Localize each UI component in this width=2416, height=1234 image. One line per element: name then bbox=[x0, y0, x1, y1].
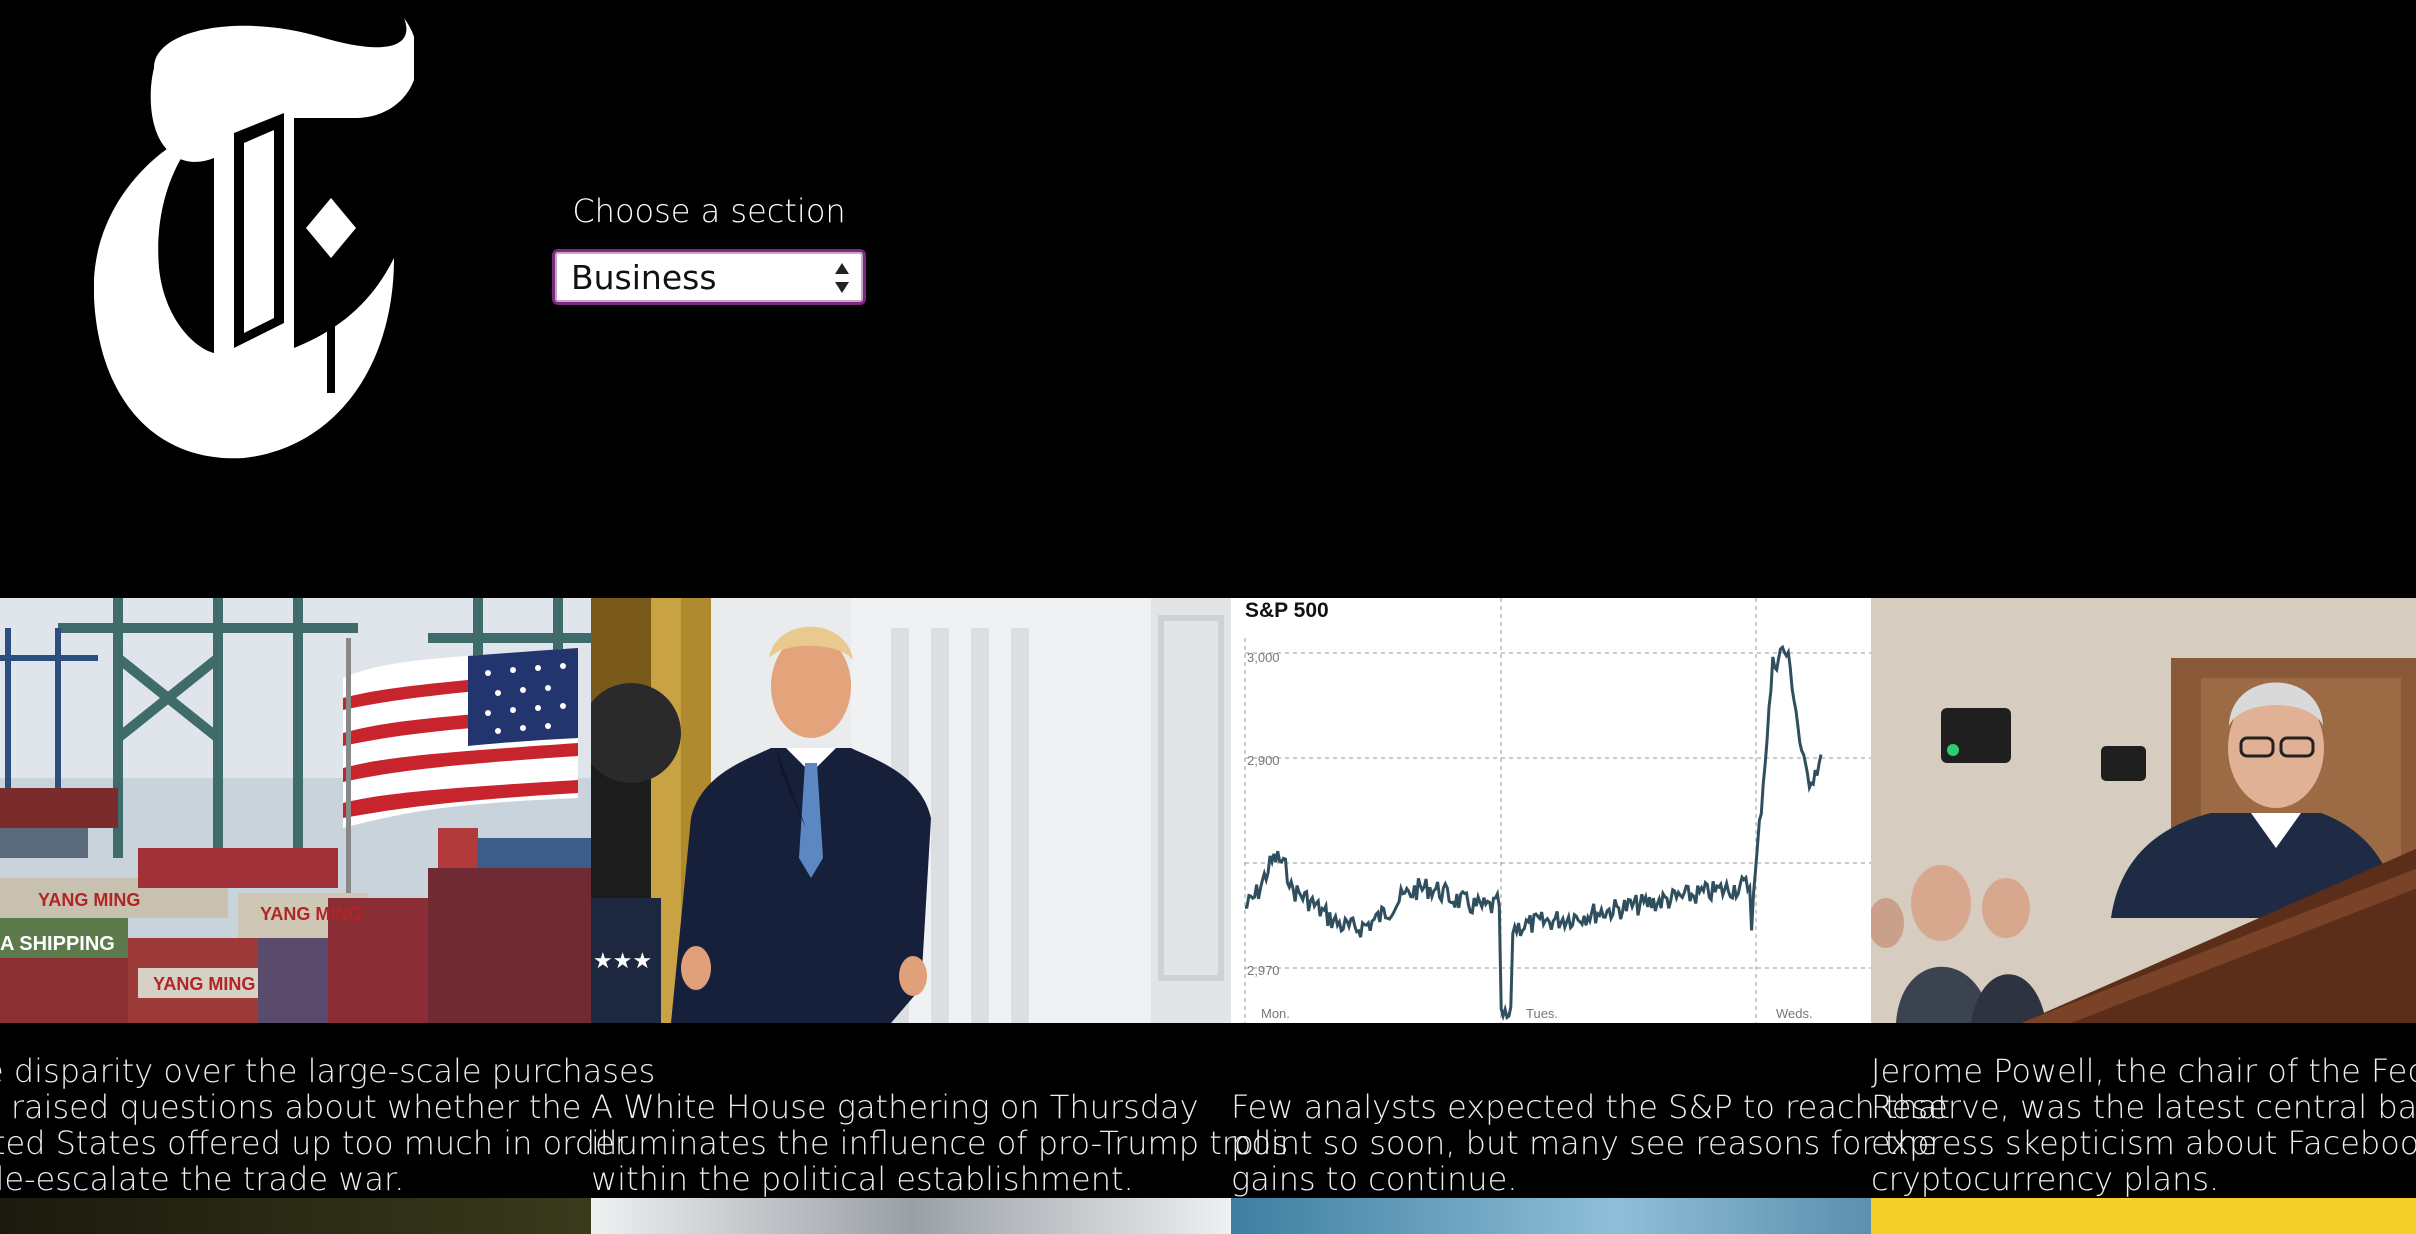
article-grid: YANG MING YANG MING YANG MING A SHIPPING… bbox=[0, 598, 2416, 1234]
svg-text:★★★: ★★★ bbox=[593, 949, 652, 974]
chart-series-line bbox=[1244, 644, 1823, 1022]
page: Choose a section Business YANG MING YANG… bbox=[0, 0, 2416, 1234]
section-select-value: Business bbox=[571, 257, 717, 297]
caption-line: illuminates the influence of pro-Trump t… bbox=[591, 1124, 1289, 1162]
caption-line: gains to continue. bbox=[1231, 1160, 1518, 1198]
svg-text:YANG MING: YANG MING bbox=[38, 890, 140, 910]
caption-line: ited States offered up too much in order bbox=[0, 1124, 628, 1162]
next-article-image[interactable] bbox=[1231, 1198, 1871, 1234]
chart-title: S&P 500 bbox=[1245, 599, 1329, 622]
article-image-portrait[interactable]: ★★★ bbox=[591, 598, 1231, 1023]
article-image-port[interactable]: YANG MING YANG MING YANG MING A SHIPPING bbox=[0, 598, 591, 1023]
nyt-logo[interactable] bbox=[94, 18, 414, 460]
section-label: Choose a section bbox=[572, 192, 846, 230]
caption-line: Few analysts expected the S&P to reach t… bbox=[1231, 1088, 1950, 1126]
article-card-trade[interactable]: YANG MING YANG MING YANG MING A SHIPPING… bbox=[0, 598, 655, 1234]
chart-x-tick: Mon. bbox=[1261, 1006, 1290, 1021]
next-article-image[interactable] bbox=[1871, 1198, 2416, 1234]
caption-line: s raised questions about whether the bbox=[0, 1088, 582, 1126]
select-arrows-icon bbox=[835, 263, 849, 293]
caption-line: e disparity over the large-scale purchas… bbox=[0, 1052, 656, 1090]
sp500-chart[interactable]: S&P 500 3,000 2,900 2,970 Mon. Tues. Weds. bbox=[1231, 598, 1871, 1023]
chart-x-tick: Tues. bbox=[1526, 1006, 1558, 1021]
caption-line: de-escalate the trade war. bbox=[0, 1160, 405, 1198]
section-select[interactable]: Business bbox=[552, 249, 866, 305]
svg-text:YANG MING: YANG MING bbox=[260, 904, 362, 924]
chart-y-tick: 3,000 bbox=[1247, 650, 1280, 665]
chart-y-tick: 2,900 bbox=[1247, 753, 1280, 768]
caption-line: point so soon, but many see reasons for … bbox=[1231, 1124, 1938, 1162]
caption-line: A White House gathering on Thursday bbox=[591, 1088, 1199, 1126]
article-caption[interactable]: e disparity over the large-scale purchas… bbox=[0, 1053, 655, 1197]
caption-line: express skepticism about Facebook’s bbox=[1871, 1124, 2416, 1162]
caption-line: within the political establishment. bbox=[591, 1160, 1134, 1198]
article-caption[interactable]: Jerome Powell, the chair of the Federal … bbox=[1871, 1053, 2416, 1197]
chart-x-tick: Weds. bbox=[1776, 1006, 1813, 1021]
caption-line: cryptocurrency plans. bbox=[1871, 1160, 2220, 1198]
caption-line: Reserve, was the latest central banker bbox=[1871, 1088, 2416, 1126]
article-card-powell[interactable]: Jerome Powell, the chair of the Federal … bbox=[1871, 598, 2416, 1234]
article-image-hearing[interactable] bbox=[1871, 598, 2416, 1023]
chart-svg: S&P 500 3,000 2,900 2,970 Mon. Tues. Weds. bbox=[1244, 598, 1871, 1023]
svg-text:YANG MING: YANG MING bbox=[153, 974, 255, 994]
caption-line: Jerome Powell, the chair of the Federal bbox=[1871, 1052, 2416, 1090]
next-article-image[interactable] bbox=[591, 1198, 1231, 1234]
chart-y-tick: 2,970 bbox=[1247, 963, 1280, 978]
article-caption[interactable]: Few analysts expected the S&P to reach t… bbox=[1231, 1089, 1950, 1197]
article-card-sp500[interactable]: S&P 500 3,000 2,900 2,970 Mon. Tues. Weds. Few… bbox=[1231, 598, 1950, 1234]
svg-text:A SHIPPING: A SHIPPING bbox=[0, 933, 115, 955]
next-article-image[interactable] bbox=[0, 1198, 591, 1234]
article-caption[interactable]: A White House gathering on Thursday illu… bbox=[591, 1089, 1288, 1197]
article-card-whitehouse[interactable]: ★★★ A White House gathering on Thursday … bbox=[591, 598, 1288, 1234]
